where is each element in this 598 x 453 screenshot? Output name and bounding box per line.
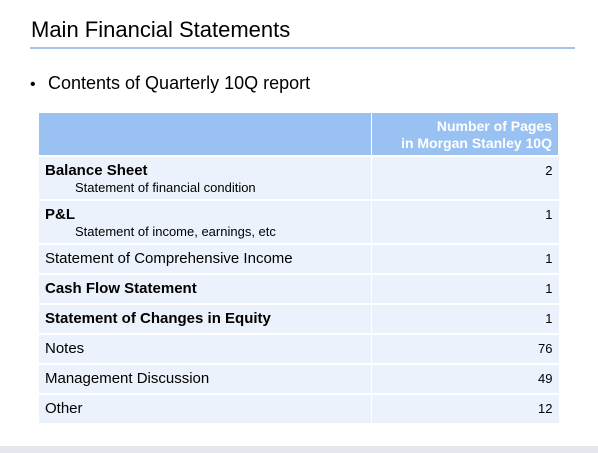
bullet-dot-icon: •	[30, 76, 36, 93]
table-row-comprehensive-income: Statement of Comprehensive Income 1	[39, 243, 559, 274]
row-pages: 2	[371, 155, 559, 200]
row-label: Balance Sheet	[45, 162, 148, 179]
table-row-management-discussion: Management Discussion 49	[39, 363, 559, 394]
statements-table: Number of Pages in Morgan Stanley 10Q Ba…	[39, 113, 559, 423]
row-name-cell: Management Discussion	[39, 363, 372, 394]
row-label: Statement of Comprehensive Income	[45, 250, 293, 267]
row-label: Other	[45, 400, 83, 417]
bullet-text: Contents of Quarterly 10Q report	[48, 73, 311, 93]
row-name-cell: Balance Sheet Statement of financial con…	[39, 155, 372, 200]
header-label-cell	[39, 113, 372, 156]
row-name-cell: Statement of Comprehensive Income	[39, 243, 372, 274]
table-row-notes: Notes 76	[39, 333, 559, 364]
row-pages: 1	[371, 273, 559, 304]
table-row-pl: P&L Statement of income, earnings, etc 1	[39, 199, 559, 244]
header-pages-line1: Number of Pages	[436, 118, 552, 134]
row-pages: 1	[371, 243, 559, 274]
row-sublabel: Statement of financial condition	[75, 180, 256, 195]
row-sublabel: Statement of income, earnings, etc	[75, 224, 276, 239]
row-name-cell: Notes	[39, 333, 372, 364]
row-pages: 76	[371, 333, 559, 364]
row-name-cell: P&L Statement of income, earnings, etc	[39, 199, 372, 244]
slide-title: Main Financial Statements	[31, 17, 291, 42]
row-name-cell: Cash Flow Statement	[39, 273, 372, 304]
row-pages: 49	[371, 363, 559, 394]
table-header-row: Number of Pages in Morgan Stanley 10Q	[39, 113, 559, 156]
table-row-balance-sheet: Balance Sheet Statement of financial con…	[39, 155, 559, 200]
row-label: P&L	[45, 206, 75, 223]
header-pages-cell: Number of Pages in Morgan Stanley 10Q	[371, 113, 559, 156]
row-pages: 12	[371, 393, 559, 423]
row-pages: 1	[371, 303, 559, 334]
table-row-cash-flow: Cash Flow Statement 1	[39, 273, 559, 304]
table-row-changes-in-equity: Statement of Changes in Equity 1	[39, 303, 559, 334]
row-label: Cash Flow Statement	[45, 280, 197, 297]
title-divider	[30, 47, 575, 49]
row-name-cell: Statement of Changes in Equity	[39, 303, 372, 334]
footer-bar	[0, 446, 598, 453]
row-label: Management Discussion	[45, 370, 210, 387]
row-label: Notes	[45, 340, 85, 357]
row-pages: 1	[371, 199, 559, 244]
bullet-item: • Contents of Quarterly 10Q report	[30, 71, 310, 97]
table-row-other: Other 12	[39, 393, 559, 423]
header-pages-line2: in Morgan Stanley 10Q	[401, 135, 552, 151]
row-name-cell: Other	[39, 393, 372, 423]
row-label: Statement of Changes in Equity	[45, 310, 271, 327]
